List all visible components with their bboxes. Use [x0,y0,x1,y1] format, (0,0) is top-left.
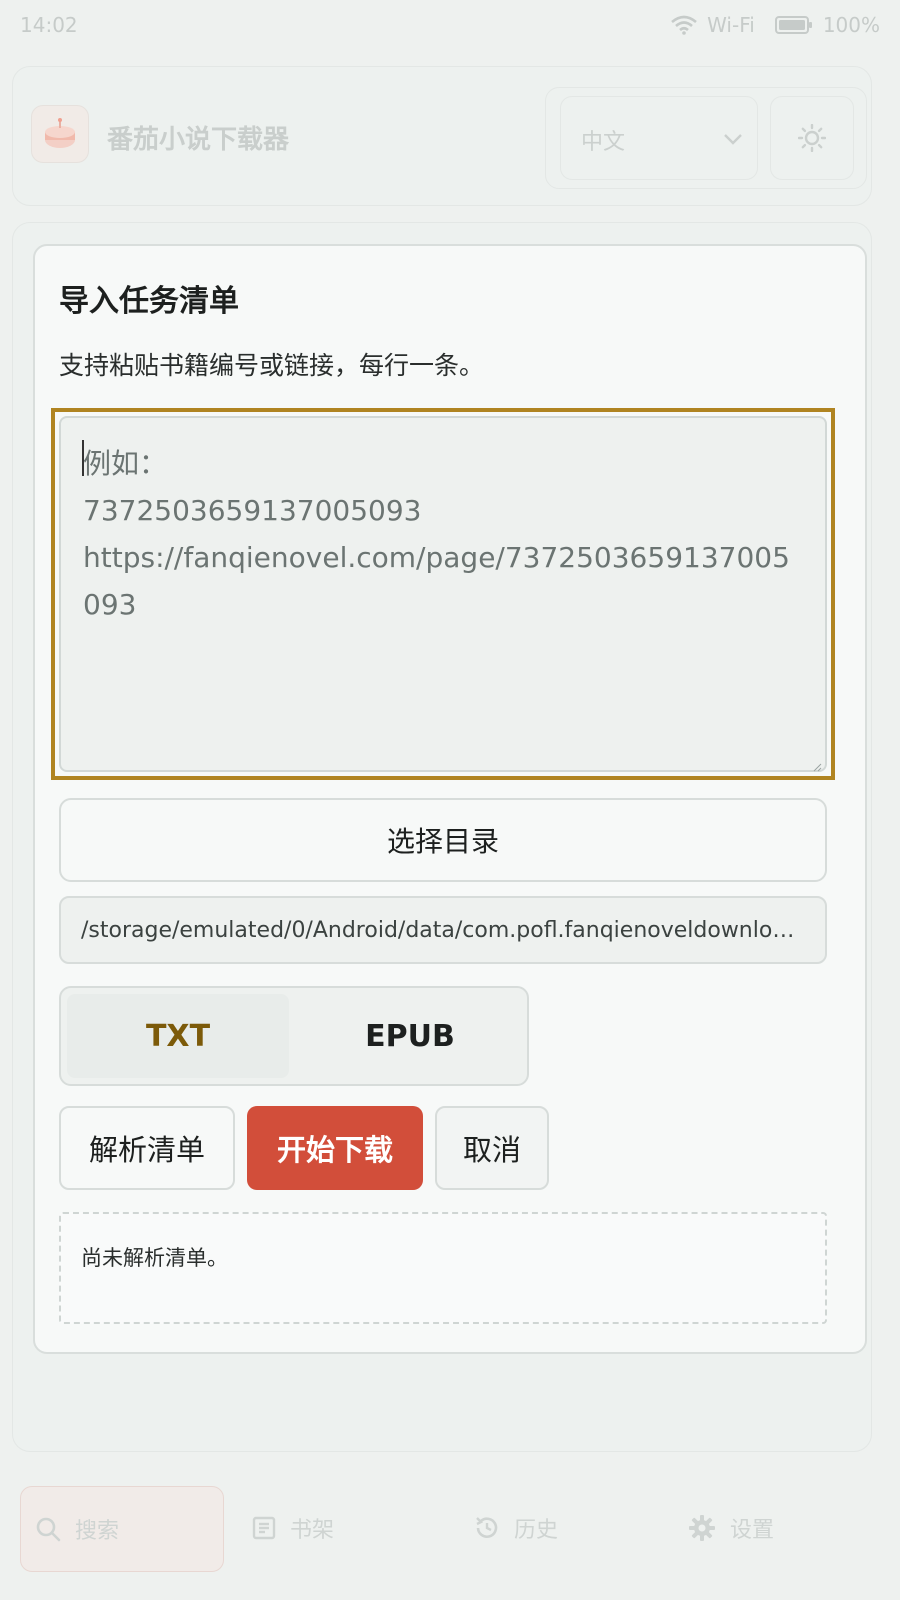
format-option-txt[interactable]: TXT [67,994,289,1078]
parse-list-button[interactable]: 解析清单 [59,1106,235,1190]
text-caret [82,440,84,476]
parse-status-box: 尚未解析清单。 [59,1212,827,1324]
gear-icon [689,1515,715,1541]
resize-handle-icon[interactable] [812,757,822,776]
search-icon [36,1517,61,1542]
choose-directory-button[interactable]: 选择目录 [59,798,827,882]
nav-item-settings[interactable]: 设置 [688,1486,774,1570]
wifi-icon [671,15,697,35]
nav-label-bookshelf: 书架 [290,1518,335,1543]
nav-item-history[interactable]: 历史 [474,1486,558,1570]
task-list-textarea[interactable] [59,416,827,772]
import-task-dialog: 导入任务清单 支持粘贴书籍编号或链接，每行一条。 选择目录 /storage/e… [33,244,867,1354]
save-path-field[interactable]: /storage/emulated/0/Android/data/com.pof… [59,896,827,964]
battery-percent: 100% [822,13,880,37]
wifi-label: Wi-Fi [707,13,755,37]
theme-toggle-button[interactable] [770,96,854,180]
chevron-down-icon [723,127,743,152]
header-controls: 中文 [545,87,867,189]
status-bar: 14:02 Wi-Fi 100% [0,0,900,52]
nav-label-history: 历史 [514,1518,559,1543]
format-toggle: TXT EPUB [59,986,529,1086]
status-indicators: Wi-Fi 100% [671,13,880,37]
nav-item-bookshelf[interactable]: 书架 [252,1486,334,1570]
tomato-cake-icon [31,105,89,163]
cancel-button[interactable]: 取消 [435,1106,549,1190]
history-icon [476,1517,498,1538]
format-option-epub[interactable]: EPUB [299,994,521,1078]
parse-status-text: 尚未解析清单。 [81,1246,228,1270]
language-value: 中文 [581,130,626,155]
status-time: 14:02 [20,13,78,37]
nav-label-settings: 设置 [730,1518,775,1543]
nav-label-search: 搜索 [75,1519,120,1544]
bookshelf-icon [252,1516,276,1540]
save-path-text: /storage/emulated/0/Android/data/com.pof… [81,917,805,943]
sun-icon [798,124,826,152]
dialog-title: 导入任务清单 [59,284,239,319]
start-download-button[interactable]: 开始下载 [247,1106,423,1190]
bottom-nav: 搜索 书架 历史 设置 [0,1456,900,1600]
app-title: 番茄小说下载器 [107,125,290,155]
battery-icon [774,15,813,35]
app-header: 番茄小说下载器 中文 [12,66,872,206]
dialog-description: 支持粘贴书籍编号或链接，每行一条。 [59,351,485,380]
language-select[interactable]: 中文 [560,96,758,180]
nav-item-search[interactable]: 搜索 [20,1486,224,1572]
